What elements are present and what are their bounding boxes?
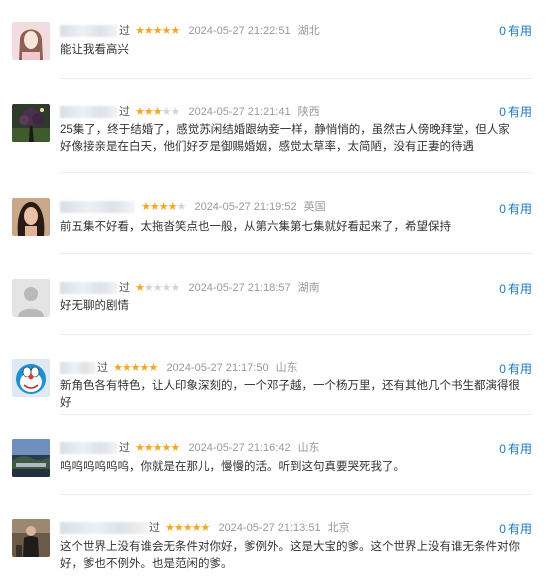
rating-stars: ★★★★★ bbox=[165, 522, 210, 534]
username-tail[interactable]: 过 bbox=[119, 442, 130, 454]
comment-time: 2024-05-27 21:22:51 bbox=[188, 25, 291, 37]
comment-header: 过 ★★★★★ 2024-05-27 21:18:57 湖南 bbox=[60, 280, 320, 296]
useful-label: 有用 bbox=[507, 24, 532, 38]
useful-label: 有用 bbox=[507, 522, 532, 536]
useful-label: 有用 bbox=[507, 105, 532, 119]
comment-location: 北京 bbox=[327, 522, 350, 534]
comment-header: 过 ★★★★★ 2024-05-27 21:16:42 山东 bbox=[60, 440, 320, 456]
comment-time: 2024-05-27 21:21:41 bbox=[188, 106, 291, 118]
divider bbox=[60, 172, 532, 173]
comment-location: 山东 bbox=[297, 442, 320, 454]
comment-time: 2024-05-27 21:17:50 bbox=[166, 362, 269, 374]
comment-time: 2024-05-27 21:18:57 bbox=[188, 282, 291, 294]
useful-count: 0 bbox=[499, 522, 506, 536]
username-tail[interactable]: 过 bbox=[149, 522, 160, 534]
username-blurred[interactable] bbox=[60, 442, 118, 455]
username-tail[interactable]: 过 bbox=[97, 362, 108, 374]
username-tail[interactable]: 过 bbox=[119, 25, 130, 37]
comment-location: 湖南 bbox=[297, 282, 320, 294]
comment-text: 前五集不好看，太拖沓笑点也一般，从第六集第七集就好看起来了，希望保持 bbox=[60, 221, 451, 233]
rating-stars: ★★★★★ bbox=[113, 362, 158, 374]
username-blurred[interactable] bbox=[60, 362, 96, 375]
username-blurred[interactable] bbox=[60, 282, 118, 295]
comment-time: 2024-05-27 21:13:51 bbox=[218, 522, 321, 534]
comment-text: 呜呜呜呜呜呜，你就是在那儿，慢慢的活。听到这句真要哭死我了。 bbox=[60, 461, 405, 473]
useful-count: 0 bbox=[499, 282, 506, 296]
comment-header: 过 ★★★★★ 2024-05-27 21:17:50 山东 bbox=[60, 360, 298, 376]
comment-header: ★★★★★ 2024-05-27 21:19:52 英国 bbox=[60, 199, 326, 215]
useful-button[interactable]: 0 有用 bbox=[499, 23, 532, 39]
useful-label: 有用 bbox=[507, 282, 532, 296]
rating-stars: ★★★★★ bbox=[141, 201, 186, 213]
divider bbox=[60, 494, 532, 495]
comment-time: 2024-05-27 21:19:52 bbox=[194, 201, 297, 213]
fantasy-tree-avatar[interactable] bbox=[12, 104, 50, 142]
comment-text: 能让我看高兴 bbox=[60, 44, 129, 56]
username-blurred[interactable] bbox=[60, 522, 148, 535]
divider bbox=[60, 334, 532, 335]
comment-location: 陕西 bbox=[297, 106, 320, 118]
useful-count: 0 bbox=[499, 362, 506, 376]
useful-count: 0 bbox=[499, 105, 506, 119]
useful-count: 0 bbox=[499, 442, 506, 456]
rating-stars: ★★★★★ bbox=[135, 25, 180, 37]
divider bbox=[60, 253, 532, 254]
comment-text: 好无聊的剧情 bbox=[60, 300, 129, 312]
useful-button[interactable]: 0 有用 bbox=[499, 201, 532, 217]
comment-header: 过 ★★★★★ 2024-05-27 21:22:51 湖北 bbox=[60, 23, 320, 39]
useful-button[interactable]: 0 有用 bbox=[499, 441, 532, 457]
rating-stars: ★★★★★ bbox=[135, 282, 180, 294]
rating-stars: ★★★★★ bbox=[135, 442, 180, 454]
useful-label: 有用 bbox=[507, 442, 532, 456]
comment-list: 过 ★★★★★ 2024-05-27 21:22:51 湖北 0 有用 能让我看高… bbox=[0, 0, 550, 588]
useful-button[interactable]: 0 有用 bbox=[499, 104, 532, 120]
landscape-avatar[interactable] bbox=[12, 439, 50, 477]
username-blurred[interactable] bbox=[60, 106, 118, 119]
useful-button[interactable]: 0 有用 bbox=[499, 281, 532, 297]
username-blurred[interactable] bbox=[60, 201, 135, 214]
username-blurred[interactable] bbox=[60, 25, 118, 38]
comment-location: 山东 bbox=[275, 362, 298, 374]
comment-time: 2024-05-27 21:16:42 bbox=[188, 442, 291, 454]
woman-portrait-avatar[interactable] bbox=[12, 22, 50, 60]
useful-button[interactable]: 0 有用 bbox=[499, 361, 532, 377]
comment-location: 英国 bbox=[303, 201, 326, 213]
useful-count: 0 bbox=[499, 202, 506, 216]
woman-dark-hair-avatar[interactable] bbox=[12, 198, 50, 236]
divider bbox=[60, 78, 532, 79]
useful-label: 有用 bbox=[507, 362, 532, 376]
comment-header: 过 ★★★★★ 2024-05-27 21:21:41 陕西 bbox=[60, 104, 320, 120]
useful-count: 0 bbox=[499, 24, 506, 38]
comment-text: 这个世界上没有谁会无条件对你好，爹例外。这是大宝的爹。这个世界上没有谁无条件对你… bbox=[60, 541, 520, 570]
username-tail[interactable]: 过 bbox=[119, 106, 130, 118]
useful-label: 有用 bbox=[507, 202, 532, 216]
default-user-avatar[interactable] bbox=[12, 279, 50, 317]
comment-text: 新角色各有特色，让人印象深刻的，一个邓子越，一个杨万里，还有其他几个书生都演得很… bbox=[60, 380, 520, 409]
man-standing-avatar[interactable] bbox=[12, 519, 50, 557]
doraemon-avatar[interactable] bbox=[12, 359, 50, 397]
username-tail[interactable]: 过 bbox=[119, 282, 130, 294]
rating-stars: ★★★★★ bbox=[135, 106, 180, 118]
comment-header: 过 ★★★★★ 2024-05-27 21:13:51 北京 bbox=[60, 520, 350, 536]
useful-button[interactable]: 0 有用 bbox=[499, 521, 532, 537]
divider bbox=[60, 414, 532, 415]
comment-text: 25集了，终于结婚了，感觉苏闲结婚跟纳妾一样，静悄悄的，虽然古人傍晚拜堂，但人家… bbox=[60, 124, 510, 153]
comment-location: 湖北 bbox=[297, 25, 320, 37]
